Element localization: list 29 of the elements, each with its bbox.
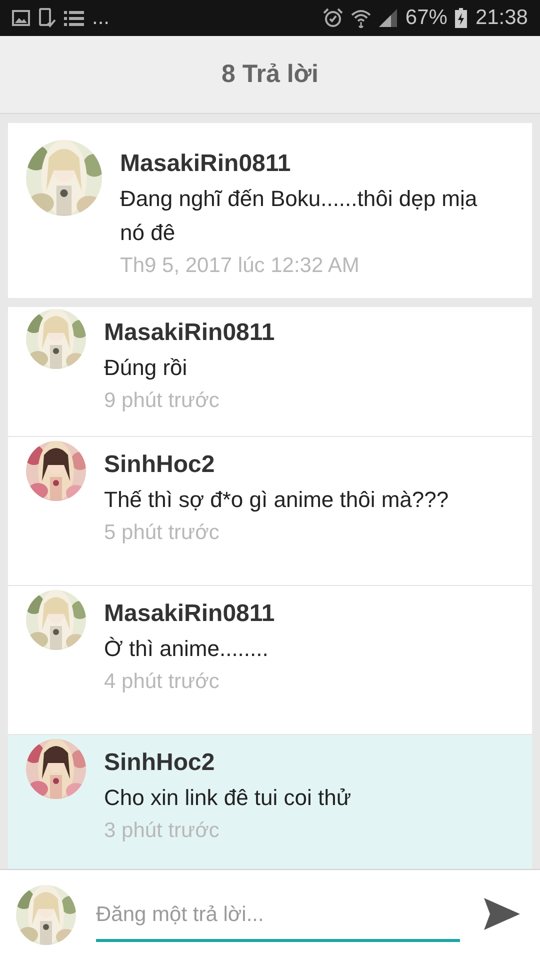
battery-charging-icon <box>455 8 468 28</box>
timestamp: Th9 5, 2017 lúc 12:32 AM <box>120 254 360 278</box>
author-name: MasakiRin0811 <box>120 150 292 178</box>
author-name: SinhHoc2 <box>104 749 216 777</box>
signal-icon <box>379 9 398 27</box>
timestamp: 5 phút trước <box>104 521 220 545</box>
reply-row[interactable]: MasakiRin0811 Đúng rồi 9 phút trước <box>8 307 532 437</box>
image-icon <box>12 9 30 27</box>
reply-text: Thế thì sợ đ*o gì anime thôi mà??? <box>104 486 449 514</box>
reply-text: Cho xin link đê tui coi thử <box>104 784 352 812</box>
timestamp: 3 phút trước <box>104 819 220 843</box>
timestamp: 9 phút trước <box>104 389 220 413</box>
comment-text: Đang nghĩ đến Boku......thôi dẹp mịa nó đê <box>120 185 478 247</box>
reply-row[interactable]: SinhHoc2 Cho xin link đê tui coi thử 3 phút trước <box>8 735 532 869</box>
list-icon <box>64 9 84 27</box>
author-name: MasakiRin0811 <box>104 600 275 628</box>
wifi-icon <box>351 8 372 28</box>
timestamp: 4 phút trước <box>104 670 220 694</box>
reply-text: Đúng rồi <box>104 354 188 382</box>
author-name: SinhHoc2 <box>104 451 216 479</box>
clock-time: 21:38 <box>475 6 528 30</box>
battery-percent: 67% <box>405 6 448 30</box>
overflow-indicator: ... <box>92 6 110 30</box>
reply-text: Ờ thì anime........ <box>104 635 270 663</box>
alarm-icon <box>323 8 344 28</box>
author-name: MasakiRin0811 <box>104 319 275 347</box>
tablet-check-icon <box>38 8 56 28</box>
reply-row[interactable]: SinhHoc2 Thế thì sợ đ*o gì anime thôi mà??? 5 phút trước <box>8 437 532 586</box>
page-title: 8 Trả lời <box>222 60 318 89</box>
